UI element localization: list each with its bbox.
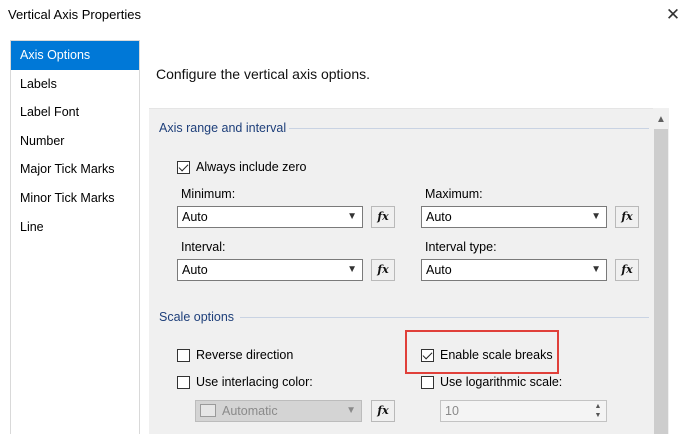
use-interlacing-color-checkbox[interactable]: Use interlacing color: (177, 375, 313, 389)
interval-expression-button[interactable]: fx (371, 259, 395, 281)
sidebar-item-label: Minor Tick Marks (20, 190, 115, 205)
interval-type-label: Interval type: (425, 240, 497, 254)
reverse-direction-checkbox[interactable]: Reverse direction (177, 348, 293, 362)
chevron-down-icon[interactable]: ▼ (591, 207, 601, 227)
title-bar: Vertical Axis Properties ✕ (0, 0, 694, 30)
sidebar-item-number[interactable]: Number (11, 127, 139, 156)
interval-type-value: Auto (426, 263, 452, 277)
sidebar-item-label: Major Tick Marks (20, 162, 115, 177)
section-title-scale-options: Scale options (159, 310, 235, 324)
chevron-down-icon[interactable]: ▼ (591, 260, 601, 280)
sidebar-item-label: Line (20, 219, 44, 234)
sidebar-item-major-tick-marks[interactable]: Major Tick Marks (11, 155, 139, 184)
maximum-label: Maximum: (425, 187, 483, 201)
minimum-expression-button[interactable]: fx (371, 206, 395, 228)
checkbox-label: Reverse direction (196, 348, 294, 362)
sidebar-item-labels[interactable]: Labels (11, 70, 139, 99)
checkbox-box[interactable] (177, 160, 190, 174)
vertical-scrollbar[interactable]: ▲ (653, 108, 669, 434)
interval-type-select[interactable]: Auto ▼ (421, 259, 607, 281)
checkbox-box[interactable] (177, 348, 190, 362)
chevron-down-icon[interactable]: ▼ (346, 401, 356, 421)
always-include-zero-checkbox[interactable]: Always include zero (177, 160, 306, 174)
interlacing-color-select[interactable]: Automatic ▼ (195, 400, 362, 422)
checkbox-label: Always include zero (196, 160, 307, 174)
interval-type-expression-button[interactable]: fx (615, 259, 639, 281)
checkbox-label: Use interlacing color: (196, 375, 313, 389)
page-heading: Configure the vertical axis options. (156, 66, 370, 82)
sidebar-item-axis-options[interactable]: Axis Options (11, 41, 139, 70)
color-swatch (200, 404, 216, 417)
maximum-expression-button[interactable]: fx (615, 206, 639, 228)
chevron-up-icon[interactable]: ▲ (653, 113, 669, 127)
sidebar: Axis Options Labels Label Font Number Ma… (10, 40, 140, 434)
chevron-down-icon[interactable]: ▼ (347, 207, 357, 227)
log-base-value: 10 (445, 404, 459, 418)
minimum-label: Minimum: (181, 187, 236, 201)
sidebar-item-minor-tick-marks[interactable]: Minor Tick Marks (11, 184, 139, 213)
sidebar-item-label: Axis Options (20, 48, 91, 62)
interval-value: Auto (182, 263, 208, 277)
section-divider (240, 317, 649, 318)
use-logarithmic-scale-checkbox[interactable]: Use logarithmic scale: (421, 375, 562, 389)
spin-arrows-icon[interactable]: ▲ ▼ (592, 402, 604, 420)
close-icon[interactable]: ✕ (660, 3, 686, 27)
interlacing-color-value: Automatic (222, 404, 278, 418)
interval-label: Interval: (181, 240, 226, 254)
highlight-annotation (405, 330, 559, 374)
log-base-stepper[interactable]: 10 ▲ ▼ (440, 400, 607, 422)
sidebar-item-label: Label Font (20, 105, 80, 120)
interlacing-color-expression-button[interactable]: fx (371, 400, 395, 422)
checkbox-box[interactable] (421, 375, 434, 389)
maximum-select[interactable]: Auto ▼ (421, 206, 607, 228)
sidebar-item-label-font[interactable]: Label Font (11, 98, 139, 127)
checkbox-box[interactable] (177, 375, 190, 389)
section-divider (289, 128, 649, 129)
minimum-select[interactable]: Auto ▼ (177, 206, 363, 228)
scrollbar-thumb[interactable] (654, 129, 668, 434)
window-title: Vertical Axis Properties (8, 7, 141, 22)
minimum-value: Auto (182, 210, 208, 224)
chevron-down-icon[interactable]: ▼ (347, 260, 357, 280)
sidebar-item-label: Number (20, 133, 65, 148)
sidebar-item-label: Labels (20, 76, 57, 91)
maximum-value: Auto (426, 210, 452, 224)
checkbox-label: Use logarithmic scale: (440, 375, 563, 389)
section-title-axis-range: Axis range and interval (159, 121, 287, 135)
sidebar-item-line[interactable]: Line (11, 213, 139, 242)
interval-select[interactable]: Auto ▼ (177, 259, 363, 281)
